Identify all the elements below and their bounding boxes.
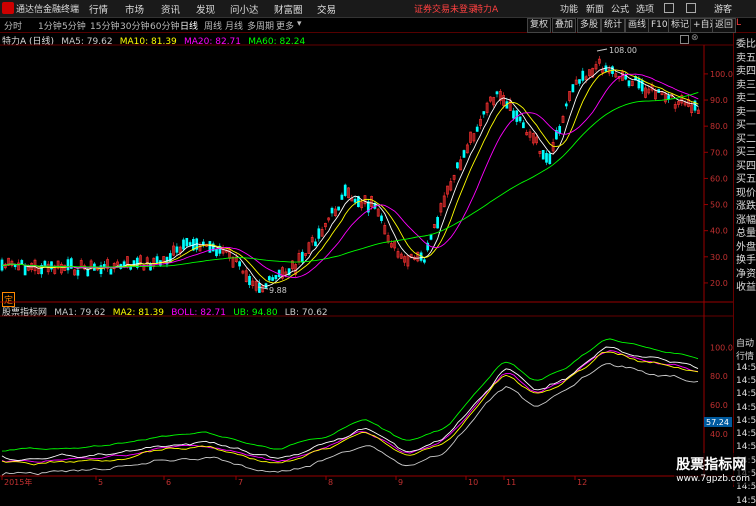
side-top-mark: L [736,18,742,28]
ma20-line [1,73,699,279]
main-y-tick: 70.0 [710,148,728,157]
chart-canvas[interactable]: 100.0 90.0 80.0 70.0 60.0 50.0 40.0 30.0 20.0 10… [0,0,733,487]
side-lower-8: 14:50 [736,442,756,453]
x-tick-label: 7 [238,478,243,487]
ind-y-tick: 80.0 [710,372,728,381]
lb-line [1,363,699,476]
main-y-tick: 40.0 [710,227,728,236]
side-lower-5: 14:50 [736,402,756,413]
x-tick-label: 9 [398,478,403,487]
high-marker-line [596,48,608,52]
side-lower-0[interactable]: 自动 [736,336,754,349]
main-y-tick: 30.0 [710,253,728,262]
ma60-line [1,92,699,268]
x-tick-label: 6 [166,478,171,487]
main-y-tick: 20.0 [710,279,728,288]
side-lower-4: 14:50 [736,389,756,400]
watermark-title: 股票指标网 [676,457,747,473]
side-lower-3: 14:50 [736,375,756,386]
ind-y-tick: 60.0 [710,401,728,410]
x-tick-label: 5 [98,478,103,487]
ind-y-tick: 100.0 [710,343,733,352]
x-tick-label: 2015年 [4,477,32,487]
main-y-tick: 50.0 [710,201,728,210]
main-y-tick: 100.0 [710,70,733,79]
main-y-tick: 60.0 [710,174,728,183]
side-lower-6: 14:50 [736,415,756,426]
side-lower-7: 14:50 [736,429,756,440]
side-field-18: 收益 [736,282,756,293]
ub-line [1,338,699,452]
current-value: 57.24 [706,418,729,427]
side-lower-2: 14:50 [736,362,756,373]
ma5-line [1,67,699,287]
x-tick-label: 8 [328,478,333,487]
side-lower-1[interactable]: 行情 [736,349,754,362]
high-marker: 108.00 [609,46,637,55]
watermark: 股票指标网 www.7gpzb.com [674,453,752,485]
quote-side-panel: L 委比 卖五 卖四 卖三 卖二 卖一 买一 买二 买三 买四 买五 现价 涨跌 涨幅 总量 外盘 换手 净资 收益… [733,18,756,506]
ma1-line [1,346,699,462]
low-marker: 9.88 [269,286,287,295]
watermark-url: www.7gpzb.com [676,474,750,484]
x-tick-label: 10 [468,478,478,487]
x-tick-label: 11 [506,478,516,487]
ind-y-tick: 40.0 [710,430,728,439]
main-y-tick: 90.0 [710,96,728,105]
ma2-line [1,351,699,466]
x-tick-label: 12 [577,478,587,487]
ma10-line [1,69,699,284]
main-y-tick: 80.0 [710,122,728,131]
side-lower-12: 14:50 [736,495,756,506]
